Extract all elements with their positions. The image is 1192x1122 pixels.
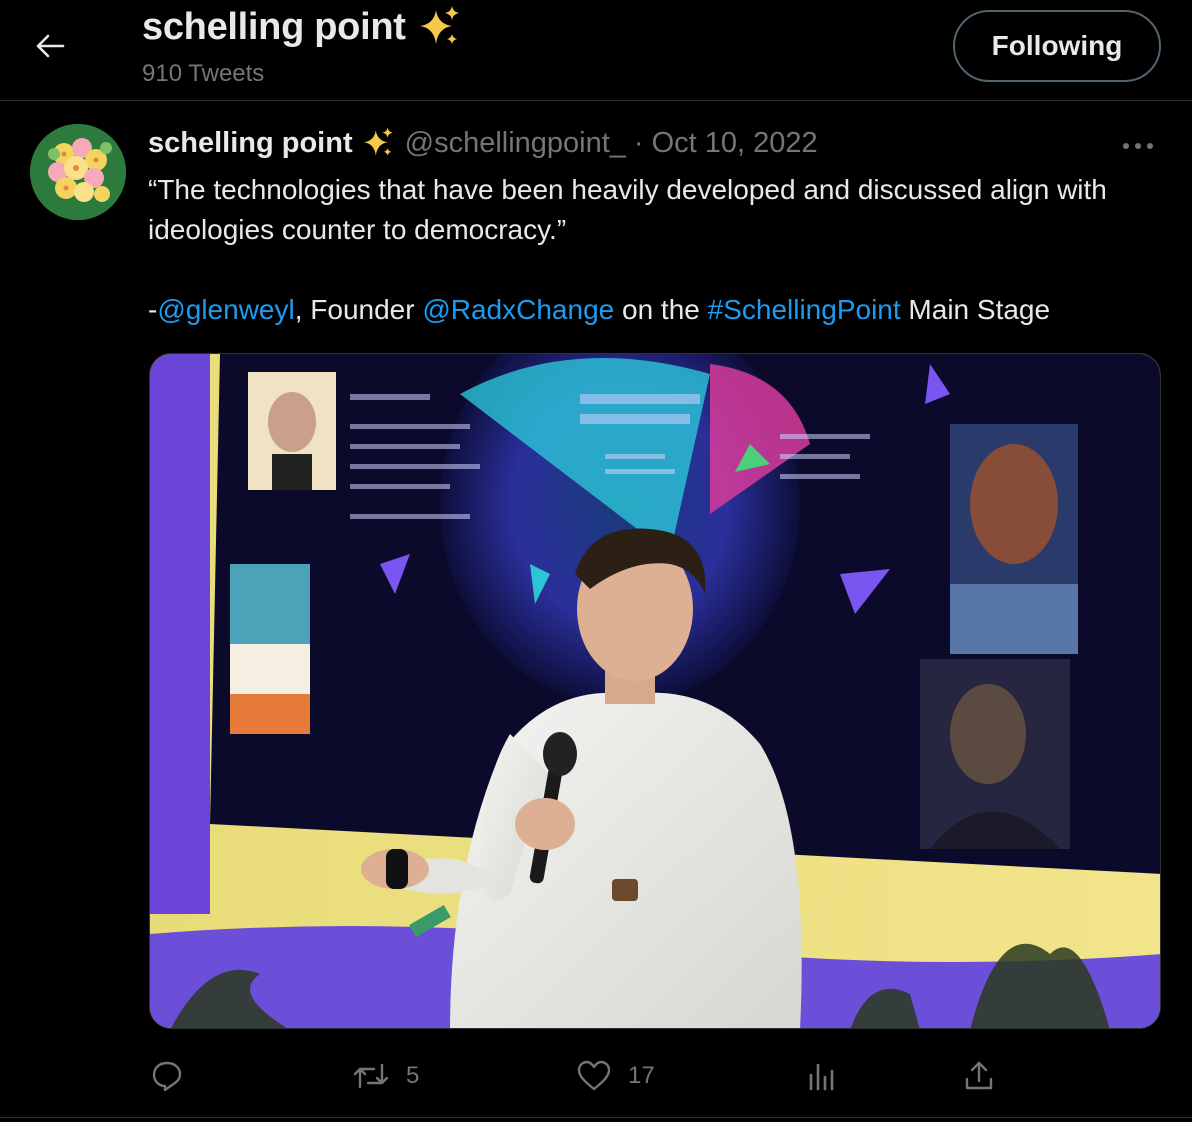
divider <box>0 1117 1192 1118</box>
like-button[interactable]: 17 <box>576 1050 655 1102</box>
share-button[interactable] <box>962 1050 996 1102</box>
share-icon <box>965 1061 993 1090</box>
like-count: 17 <box>628 1062 655 1089</box>
views-button[interactable] <box>806 1050 856 1102</box>
retweet-icon <box>353 1063 389 1089</box>
back-button[interactable] <box>22 24 78 68</box>
tweet-count: 910 Tweets <box>142 60 265 87</box>
more-horizontal-icon <box>1123 143 1153 149</box>
tweet-attribution: -@glenweyl, Founder @RadxChange on the #… <box>148 290 1158 330</box>
attribution-middle-1: , Founder <box>294 294 423 325</box>
reply-icon <box>152 1061 182 1092</box>
arrow-left-icon <box>36 34 65 58</box>
tweet-text: “The technologies that have been heavily… <box>148 170 1158 330</box>
more-button[interactable] <box>1116 128 1160 164</box>
attribution-suffix: Main Stage <box>900 294 1051 325</box>
author-name[interactable]: schelling point <box>148 127 353 160</box>
analytics-icon <box>809 1063 834 1091</box>
tweet-meta: schelling point @schellingpoint_ · Oct 1… <box>148 126 818 160</box>
meta-separator: · <box>633 126 644 159</box>
avatar[interactable] <box>30 124 126 220</box>
attribution-middle-2: on the <box>614 294 708 325</box>
heart-icon <box>577 1060 611 1091</box>
retweet-button[interactable]: 5 <box>352 1050 419 1102</box>
attribution-prefix: - <box>148 294 158 325</box>
tweet-date[interactable]: Oct 10, 2022 <box>652 127 818 160</box>
sparkles-icon <box>361 126 395 160</box>
reply-button[interactable] <box>150 1050 200 1102</box>
photo-speaker-on-stage <box>150 354 1160 1028</box>
tweet-quote: “The technologies that have been heavily… <box>148 174 1107 245</box>
author-handle[interactable]: @schellingpoint_ <box>405 127 626 160</box>
hashtag-schellingpoint[interactable]: #SchellingPoint <box>708 294 901 325</box>
following-button[interactable]: Following <box>953 10 1161 82</box>
mention-glenweyl[interactable]: @glenweyl <box>157 294 294 325</box>
retweet-count: 5 <box>406 1062 420 1089</box>
mention-radxchange[interactable]: @RadxChange <box>422 294 614 325</box>
tweet-photo[interactable] <box>149 353 1161 1029</box>
page-header: schelling point 910 Tweets Following <box>0 0 1192 101</box>
flower-avatar-image <box>30 124 126 220</box>
profile-name: schelling point <box>142 5 406 48</box>
profile-title: schelling point <box>142 4 462 50</box>
tweet-detail-page: schelling point 910 Tweets Following sch… <box>0 0 1192 1122</box>
sparkles-icon <box>419 6 459 44</box>
